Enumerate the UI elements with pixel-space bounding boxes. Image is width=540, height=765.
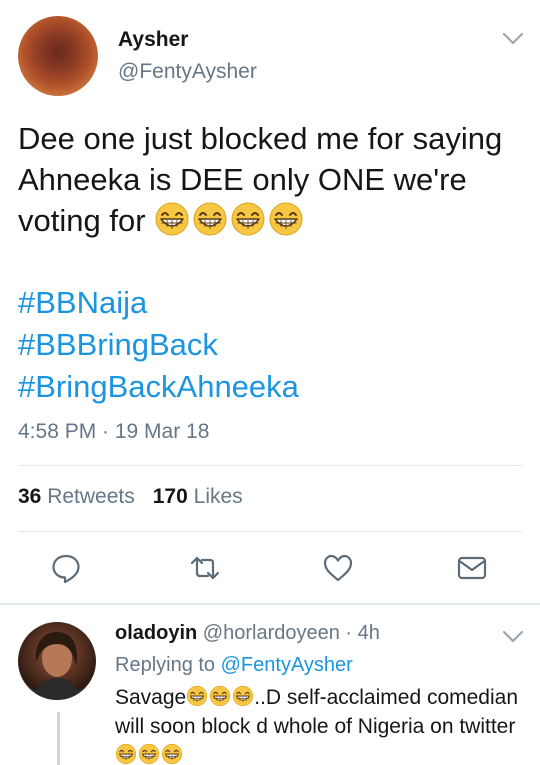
section-divider [0, 603, 540, 605]
divider [18, 531, 522, 532]
replying-prefix: Replying to [115, 654, 216, 676]
laughing-emoji-icon [115, 743, 137, 765]
laughing-emoji-icon [269, 202, 303, 236]
reply-header: oladoyin @horlardoyeen · 4h [115, 622, 380, 645]
reply-emoji-row [115, 743, 183, 765]
retweets-stat[interactable]: 36 Retweets [18, 485, 135, 509]
laughing-emoji-icon [233, 685, 254, 707]
reply-text: Savage ..D self-acclaimed comedian will s… [115, 683, 525, 765]
hashtag-link[interactable]: #BringBackAhneeka [18, 366, 299, 408]
replying-to-link[interactable]: @FentyAysher [221, 654, 353, 676]
retweet-icon[interactable] [189, 552, 221, 584]
likes-count: 170 [152, 485, 188, 508]
retweets-label: Retweets [47, 485, 135, 508]
tweet-timestamp[interactable]: 4:58 PM · 19 Mar 18 [18, 420, 209, 444]
likes-stat[interactable]: 170 Likes [153, 485, 243, 509]
likes-label: Likes [193, 485, 243, 508]
chevron-down-icon[interactable] [502, 630, 524, 644]
tweet-stats: 36 Retweets 170 Likes [18, 485, 243, 509]
laughing-emoji-icon [161, 743, 183, 765]
reply-display-name[interactable]: oladoyin [115, 622, 197, 644]
reply-time: · 4h [345, 622, 380, 644]
tweet-emoji-row [154, 201, 304, 237]
reply-text-part1: Savage [115, 686, 187, 709]
replying-to: Replying to @FentyAysher [115, 654, 353, 677]
reply-handle[interactable]: @horlardoyeen [203, 622, 340, 644]
like-icon[interactable] [322, 552, 354, 584]
direct-message-icon[interactable] [456, 552, 488, 584]
laughing-emoji-icon [138, 743, 160, 765]
laughing-emoji-icon [210, 685, 231, 707]
hashtag-list: #BBNaija #BBBringBack #BringBackAhneeka [18, 282, 299, 408]
laughing-emoji-icon [193, 202, 227, 236]
divider [18, 465, 522, 466]
author-handle[interactable]: @FentyAysher [118, 60, 257, 84]
laughing-emoji-icon [187, 685, 208, 707]
author-display-name[interactable]: Aysher [118, 28, 188, 52]
laughing-emoji-icon [155, 202, 189, 236]
hashtag-link[interactable]: #BBNaija [18, 282, 299, 324]
reply-author-avatar[interactable] [18, 622, 96, 700]
reply-icon[interactable] [50, 552, 82, 584]
hashtag-link[interactable]: #BBBringBack [18, 324, 299, 366]
laughing-emoji-icon [231, 202, 265, 236]
chevron-down-icon[interactable] [502, 32, 524, 46]
thread-line [57, 712, 60, 765]
reply-emoji-row [186, 685, 254, 707]
tweet-text: Dee one just blocked me for saying Ahnee… [18, 118, 528, 241]
author-avatar[interactable] [18, 16, 98, 96]
retweets-count: 36 [18, 485, 42, 508]
